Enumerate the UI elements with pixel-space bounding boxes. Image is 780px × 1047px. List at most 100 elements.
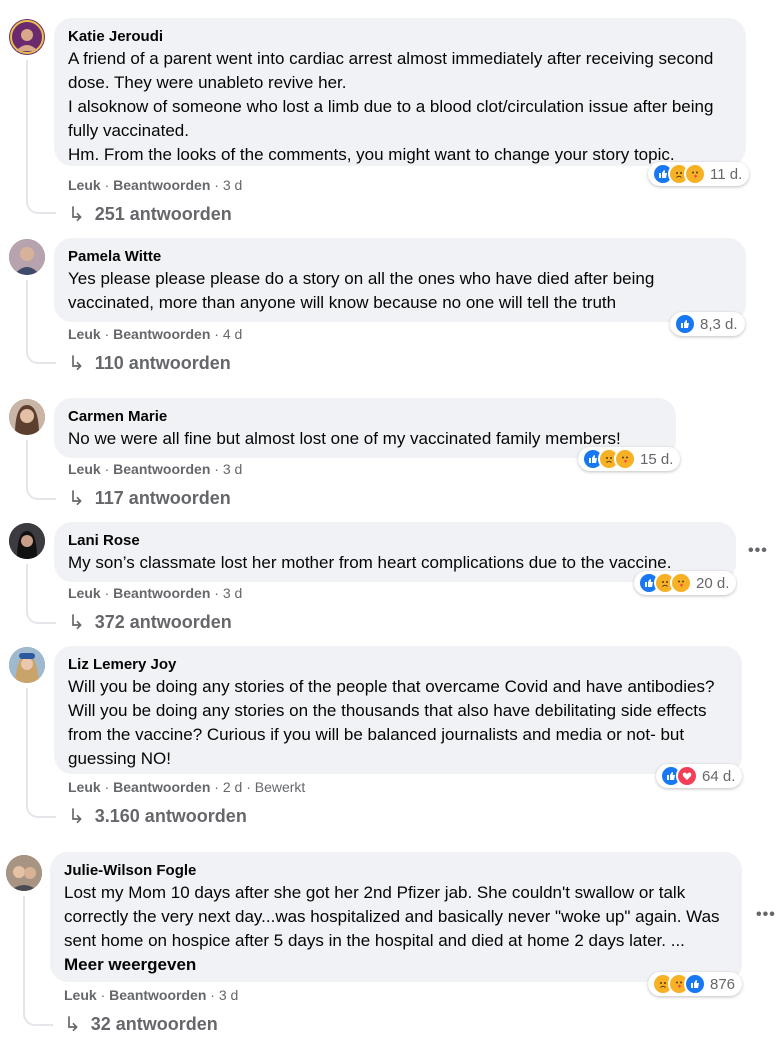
comment-actions: Leuk · Beantwoorden · 2 d · Bewerkt [68, 778, 305, 796]
separator: · [104, 326, 110, 342]
thread-line [23, 896, 53, 1026]
reaction-count: 20 d. [696, 574, 730, 592]
like-button[interactable]: Leuk [68, 177, 101, 193]
comment-text: Lost my Mom 10 days after she got her 2n… [64, 881, 728, 977]
separator: · [210, 987, 215, 1003]
see-more-link[interactable]: Meer weergeven [64, 955, 196, 974]
avatar[interactable] [9, 523, 45, 559]
view-replies-link[interactable]: ↳ 3.160 antwoorden [68, 804, 247, 829]
comment-bubble: Pamela Witte Yes please please please do… [54, 238, 746, 322]
avatar-image [9, 239, 45, 275]
reply-button[interactable]: Beantwoorden [113, 326, 210, 342]
reply-arrow-icon: ↳ [68, 612, 85, 634]
comment-author[interactable]: Pamela Witte [68, 247, 732, 267]
care-icon [670, 572, 692, 594]
replies-count: 117 antwoorden [94, 488, 231, 508]
comment-text: No we were all fine but almost lost one … [68, 429, 621, 448]
reaction-summary[interactable]: 11 d. [648, 162, 750, 186]
avatar[interactable] [9, 239, 45, 275]
reply-arrow-icon: ↳ [68, 204, 85, 226]
replies-count: 3.160 antwoorden [94, 806, 247, 826]
reaction-count: 11 d. [710, 165, 743, 183]
like-button[interactable]: Leuk [68, 779, 101, 795]
like-button[interactable]: Leuk [68, 326, 101, 342]
comment-author[interactable]: Katie Jeroudi [68, 27, 732, 47]
avatar[interactable] [6, 855, 42, 891]
like-button[interactable]: Leuk [68, 461, 101, 477]
comment-timestamp[interactable]: 2 d [223, 779, 242, 795]
comment-text: My son’s classmate lost her mother from … [68, 553, 672, 572]
care-icon [684, 163, 706, 185]
edited-label: Bewerkt [254, 779, 306, 795]
like-button[interactable]: Leuk [64, 987, 97, 1003]
love-icon [676, 765, 698, 787]
separator: · [104, 177, 110, 193]
comment-timestamp[interactable]: 3 d [219, 987, 238, 1003]
separator: · [104, 779, 110, 795]
comment-actions: Leuk · Beantwoorden · 4 d [68, 325, 242, 343]
reply-arrow-icon: ↳ [68, 488, 85, 510]
reaction-summary[interactable]: 876 [648, 972, 743, 996]
comment-author[interactable]: Carmen Marie [68, 407, 662, 427]
like-button[interactable]: Leuk [68, 585, 101, 601]
more-options-icon[interactable]: ••• [756, 906, 776, 924]
comment-author[interactable]: Lani Rose [68, 531, 722, 551]
reaction-count: 64 d. [702, 767, 736, 785]
thread-line [26, 440, 56, 500]
comment-timestamp[interactable]: 3 d [223, 177, 242, 193]
replies-count: 32 antwoorden [90, 1014, 218, 1034]
comment-bubble: Liz Lemery Joy Will you be doing any sto… [54, 646, 742, 774]
view-replies-link[interactable]: ↳ 110 antwoorden [68, 351, 231, 376]
view-replies-link[interactable]: ↳ 251 antwoorden [68, 202, 232, 227]
comment-text: A friend of a parent went into cardiac a… [68, 49, 714, 164]
care-icon [614, 448, 636, 470]
thread-line [26, 564, 56, 624]
separator: · [214, 177, 219, 193]
comment-timestamp[interactable]: 3 d [223, 461, 242, 477]
comment-author[interactable]: Liz Lemery Joy [68, 655, 728, 675]
reply-arrow-icon: ↳ [64, 1014, 81, 1036]
reaction-summary[interactable]: 8,3 d. [670, 312, 745, 336]
comment-actions: Leuk · Beantwoorden · 3 d [68, 460, 242, 478]
replies-count: 110 antwoorden [94, 353, 231, 373]
reply-arrow-icon: ↳ [68, 806, 85, 828]
comment-bubble: Lani Rose My son’s classmate lost her mo… [54, 522, 736, 582]
thread-line [26, 60, 56, 214]
reply-button[interactable]: Beantwoorden [109, 987, 206, 1003]
avatar-image [9, 399, 45, 435]
avatar-image [9, 523, 45, 559]
comment-actions: Leuk · Beantwoorden · 3 d [68, 176, 242, 194]
separator: · [246, 779, 251, 795]
like-icon [674, 313, 696, 335]
comment-timestamp[interactable]: 3 d [223, 585, 242, 601]
comment-actions: Leuk · Beantwoorden · 3 d [64, 986, 238, 1004]
reaction-summary[interactable]: 20 d. [634, 571, 737, 595]
reply-button[interactable]: Beantwoorden [113, 585, 210, 601]
avatar[interactable] [9, 399, 45, 435]
separator: · [104, 585, 110, 601]
avatar-image [10, 20, 44, 54]
comment-text: Will you be doing any stories of the peo… [68, 677, 715, 768]
view-replies-link[interactable]: ↳ 117 antwoorden [68, 486, 231, 511]
comment-timestamp[interactable]: 4 d [223, 326, 242, 342]
thread-line [26, 688, 56, 818]
separator: · [104, 461, 110, 477]
view-replies-link[interactable]: ↳ 32 antwoorden [64, 1012, 218, 1037]
reaction-summary[interactable]: 15 d. [578, 447, 681, 471]
view-replies-link[interactable]: ↳ 372 antwoorden [68, 610, 232, 635]
comment-text: Yes please please please do a story on a… [68, 269, 655, 312]
separator: · [214, 326, 219, 342]
separator: · [214, 461, 219, 477]
reply-button[interactable]: Beantwoorden [113, 461, 210, 477]
comment-author[interactable]: Julie-Wilson Fogle [64, 861, 728, 881]
separator: · [214, 585, 219, 601]
reaction-count: 15 d. [640, 450, 674, 468]
reply-button[interactable]: Beantwoorden [113, 177, 210, 193]
separator: · [214, 779, 219, 795]
avatar[interactable] [9, 647, 45, 683]
avatar[interactable] [9, 19, 45, 55]
reply-button[interactable]: Beantwoorden [113, 779, 210, 795]
reaction-summary[interactable]: 64 d. [656, 764, 743, 788]
more-options-icon[interactable]: ••• [748, 542, 768, 560]
comment-bubble: Julie-Wilson Fogle Lost my Mom 10 days a… [50, 852, 742, 982]
